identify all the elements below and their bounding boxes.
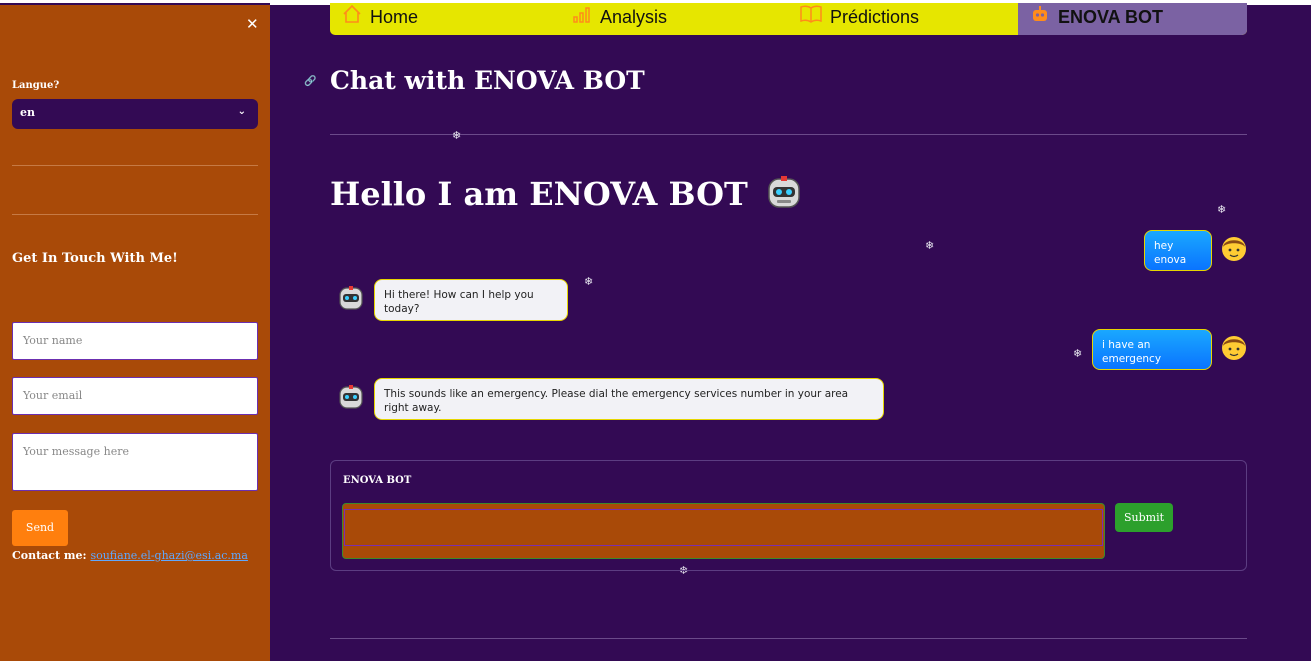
home-icon [342,4,362,33]
get-in-touch-heading: Get In Touch With Me! [12,251,178,266]
snowflake-icon: ❄ [1217,203,1227,216]
language-label: Langue? [12,80,60,91]
email-field[interactable]: Your email [12,377,258,415]
bot-message: Hi there! How can I help you today? [374,279,568,321]
snowflake-icon: ❄ [925,239,935,252]
robot-icon [1030,4,1050,33]
hello-heading: Hello I am ENOVA BOT [330,173,803,219]
bot-message: This sounds like an emergency. Please di… [374,378,884,420]
nav-item-predictions[interactable]: Prédictions [800,3,919,35]
user-message: hey enova [1144,230,1212,271]
chat-input-panel: ENOVA BOT Submit [330,460,1247,571]
hello-text: Hello I am ENOVA BOT [330,175,748,213]
sidebar-divider [12,214,258,215]
chat-input[interactable] [344,509,1103,546]
main-divider [330,134,1247,135]
chat-input-label: ENOVA BOT [343,475,412,486]
user-avatar [1220,333,1248,361]
top-nav: Home Analysis Prédictions ENOVA BOT [330,3,1247,35]
main-divider [330,638,1247,639]
snowflake-icon: ❄ [452,129,462,142]
close-icon[interactable]: ✕ [246,15,259,33]
chat-input-wrapper [342,503,1105,559]
user-avatar [1220,234,1248,262]
language-value: en [20,106,35,119]
name-field[interactable]: Your name [12,322,258,360]
email-placeholder: Your email [23,389,83,402]
nav-label: ENOVA BOT [1058,7,1164,27]
bar-chart-icon [572,4,592,33]
bot-avatar [337,383,365,411]
robot-face-icon [765,173,803,219]
snowflake-icon: ❄ [1073,347,1083,360]
contact-line: Contact me: soufiane.el-ghazi@esi.ac.ma [12,549,248,562]
message-placeholder: Your message here [23,445,129,458]
sidebar-divider [12,165,258,166]
name-placeholder: Your name [23,334,83,347]
nav-item-analysis[interactable]: Analysis [572,3,667,35]
page-title: Chat with ENOVA BOT [330,66,645,95]
nav-item-home[interactable]: Home [342,3,418,35]
chevron-down-icon: ⌄ [237,106,246,117]
message-field[interactable]: Your message here [12,433,258,491]
nav-label: Prédictions [830,7,920,27]
contact-email-link[interactable]: soufiane.el-ghazi@esi.ac.ma [90,549,247,562]
contact-prefix: Contact me: [12,549,87,562]
send-button[interactable]: Send [12,510,68,546]
sidebar: ✕ Langue? en ⌄ Get In Touch With Me! You… [0,5,270,661]
bot-avatar [337,284,365,312]
snowflake-icon: ❄ [584,275,594,288]
nav-item-enova-bot[interactable]: ENOVA BOT [1030,3,1163,35]
user-message: i have an emergency [1092,329,1212,370]
submit-button[interactable]: Submit [1115,503,1173,532]
nav-label: Analysis [600,7,668,27]
link-icon[interactable]: 🔗 [304,76,316,87]
book-icon [800,4,822,33]
language-select[interactable]: en ⌄ [12,99,258,129]
nav-label: Home [370,7,419,27]
